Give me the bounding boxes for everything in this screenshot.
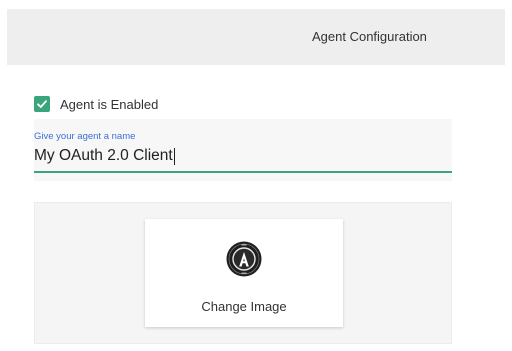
agent-enabled-row[interactable]: Agent is Enabled [34,94,158,114]
agent-enabled-label: Agent is Enabled [60,96,159,112]
image-panel: Change Image [34,202,452,344]
app-header: Agent Configuration [7,9,505,65]
agent-name-underline [34,171,452,173]
page-title: Agent Configuration [312,29,427,44]
change-image-button[interactable]: Change Image [145,219,343,327]
agent-enabled-checkbox[interactable] [34,96,50,112]
change-image-label: Change Image [201,299,287,314]
checkmark-icon [37,100,47,108]
agent-name-field[interactable]: Give your agent a name My OAuth 2.0 Clie… [34,119,452,181]
agent-name-value: My OAuth 2.0 Client [34,147,173,164]
text-caret [173,147,175,165]
agent-name-input[interactable]: My OAuth 2.0 Client [34,147,175,165]
agent-logo-icon [226,241,262,277]
agent-name-label: Give your agent a name [34,131,136,142]
